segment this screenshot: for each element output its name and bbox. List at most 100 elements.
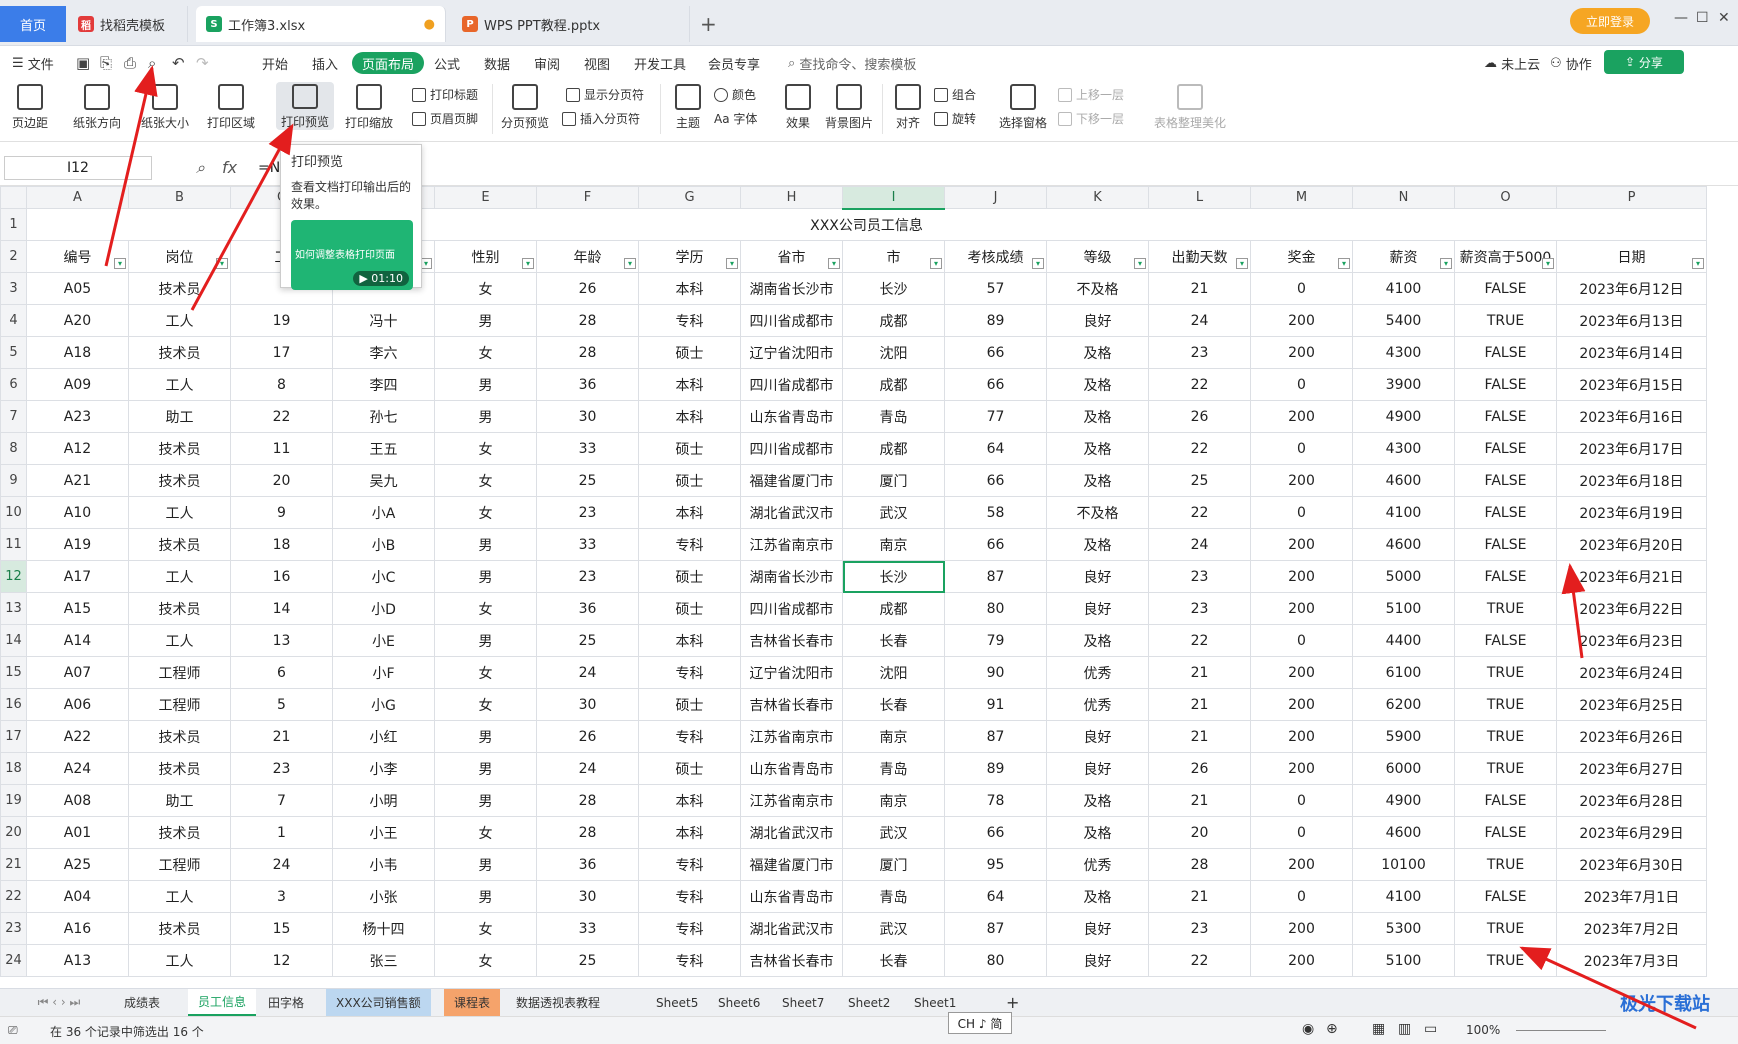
table-cell[interactable]: 江苏省南京市 [740,528,843,561]
table-cell[interactable]: 技术员 [128,336,231,369]
table-cell[interactable]: A20 [26,304,129,337]
table-cell[interactable]: 小F [332,656,435,689]
table-cell[interactable]: 小C [332,560,435,593]
table-cell[interactable]: 26 [536,272,639,305]
table-cell[interactable]: 66 [944,464,1047,497]
table-cell[interactable]: 女 [434,432,537,465]
insert-page-break-button[interactable]: 插入分页符 [562,110,640,127]
table-cell[interactable]: A17 [26,560,129,593]
table-cell[interactable]: 200 [1250,400,1353,433]
table-cell[interactable]: 21 [1148,784,1251,817]
table-cell[interactable]: 硕士 [638,752,741,785]
table-cell[interactable]: 及格 [1046,464,1149,497]
fx-icon[interactable]: fx [222,158,237,177]
column-header-k[interactable]: K [1046,186,1149,209]
row-header[interactable]: 19 [0,784,27,817]
table-cell[interactable]: 良好 [1046,944,1149,977]
table-cell[interactable]: 20 [1148,816,1251,849]
table-cell[interactable]: 男 [434,848,537,881]
header-cell[interactable]: 编号 ▾ [26,240,129,273]
table-cell[interactable]: 21 [1148,880,1251,913]
table-cell[interactable]: FALSE [1454,496,1557,529]
table-cell[interactable]: 5100 [1352,592,1455,625]
table-cell[interactable]: 小李 [332,752,435,785]
table-cell[interactable]: 80 [944,592,1047,625]
table-cell[interactable]: 33 [536,912,639,945]
table-cell[interactable]: 0 [1250,880,1353,913]
table-cell[interactable]: FALSE [1454,560,1557,593]
table-cell[interactable]: 专科 [638,880,741,913]
group-button[interactable]: 组合 [934,86,976,103]
table-cell[interactable]: 工人 [128,944,231,977]
table-cell[interactable]: 24 [1148,304,1251,337]
table-cell[interactable]: A08 [26,784,129,817]
table-cell[interactable]: 及格 [1046,784,1149,817]
row-header[interactable]: 20 [0,816,27,849]
table-cell[interactable]: 22 [1148,368,1251,401]
column-header-o[interactable]: O [1454,186,1557,209]
table-cell[interactable]: 2023年7月3日 [1556,944,1707,977]
print-preview-quick-icon[interactable]: ⌕ [148,54,156,72]
redo-icon[interactable]: ↷ [196,54,209,72]
eye-protect-icon[interactable]: ◉ [1302,1021,1314,1037]
table-cell[interactable]: 95 [944,848,1047,881]
table-cell[interactable]: 21 [230,720,333,753]
table-cell[interactable]: 200 [1250,752,1353,785]
table-cell[interactable]: 福建省厦门市 [740,848,843,881]
table-cell[interactable]: 33 [536,432,639,465]
table-cell[interactable]: 良好 [1046,720,1149,753]
table-cell[interactable]: 24 [536,656,639,689]
header-cell[interactable]: 市 ▾ [842,240,945,273]
table-cell[interactable]: FALSE [1454,784,1557,817]
table-cell[interactable]: 女 [434,944,537,977]
table-cell[interactable]: 2023年6月28日 [1556,784,1707,817]
table-cell[interactable]: 28 [1148,848,1251,881]
table-cell[interactable]: 硕士 [638,432,741,465]
table-cell[interactable]: 0 [1250,816,1353,849]
table-cell[interactable]: 200 [1250,464,1353,497]
name-box[interactable]: I12 [4,156,152,180]
column-header-e[interactable]: E [434,186,537,209]
table-cell[interactable]: 2023年6月25日 [1556,688,1707,721]
table-cell[interactable]: 30 [536,400,639,433]
table-cell[interactable]: 25 [536,944,639,977]
table-cell[interactable]: FALSE [1454,816,1557,849]
table-cell[interactable]: 男 [434,400,537,433]
table-cell[interactable]: 硕士 [638,560,741,593]
row-header[interactable]: 5 [0,336,27,369]
table-cell[interactable]: 4100 [1352,496,1455,529]
table-cell[interactable]: A10 [26,496,129,529]
table-cell[interactable]: 长沙 [842,560,945,593]
table-cell[interactable]: 工人 [128,368,231,401]
table-cell[interactable]: 0 [1250,432,1353,465]
filter-dropdown-icon[interactable]: ▾ [1692,258,1704,269]
table-cell[interactable]: 王五 [332,432,435,465]
table-cell[interactable]: 本科 [638,496,741,529]
sheet-tab[interactable]: Sheet5 [646,989,708,1016]
column-header-f[interactable]: F [536,186,639,209]
table-cell[interactable]: 本科 [638,400,741,433]
table-cell[interactable]: 5400 [1352,304,1455,337]
table-cell[interactable]: 本科 [638,816,741,849]
table-cell[interactable]: 6000 [1352,752,1455,785]
table-cell[interactable]: 87 [944,720,1047,753]
table-cell[interactable]: A16 [26,912,129,945]
table-cell[interactable]: 3 [230,880,333,913]
paper-size-button[interactable]: 纸张大小 [134,84,196,131]
table-cell[interactable]: 20 [230,464,333,497]
table-cell[interactable]: 良好 [1046,304,1149,337]
table-cell[interactable]: 1 [230,816,333,849]
table-cell[interactable]: 5300 [1352,912,1455,945]
sheet-tab[interactable]: 课程表 [444,989,501,1016]
row-header[interactable]: 2 [0,240,27,273]
table-cell[interactable]: 李六 [332,336,435,369]
table-cell[interactable]: 优秀 [1046,688,1149,721]
table-cell[interactable]: 长沙 [842,272,945,305]
tutorial-video-thumbnail[interactable]: 如何调整表格打印页面 ▶ 01:10 [291,220,413,290]
table-cell[interactable]: FALSE [1454,528,1557,561]
table-cell[interactable]: 冯十 [332,304,435,337]
table-cell[interactable]: 26 [1148,752,1251,785]
row-header[interactable]: 11 [0,528,27,561]
table-cell[interactable]: 30 [536,880,639,913]
filter-dropdown-icon[interactable]: ▾ [1032,258,1044,269]
